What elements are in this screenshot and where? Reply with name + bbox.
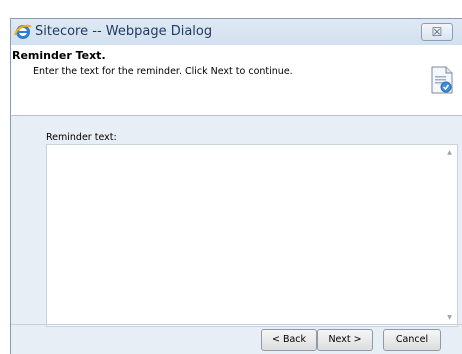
scroll-down-arrow-icon[interactable]: ▼ [442, 312, 457, 324]
title-bar: Sitecore -- Webpage Dialog ☒ [11, 19, 462, 45]
textarea-scrollbar[interactable]: ▲ ▼ [442, 145, 457, 326]
internet-explorer-icon [14, 24, 32, 39]
header-divider [11, 115, 462, 116]
reminder-text-label: Reminder text: [46, 132, 117, 143]
page-description: Enter the text for the reminder. Click N… [33, 66, 293, 77]
dialog-header: Reminder Text. Enter the text for the re… [11, 45, 462, 115]
document-reminder-icon [431, 66, 453, 94]
back-button[interactable]: < Back [261, 329, 317, 351]
close-icon: ☒ [431, 25, 443, 39]
reminder-text-input[interactable]: ▲ ▼ [46, 144, 458, 327]
cancel-button[interactable]: Cancel [383, 329, 441, 351]
page-title: Reminder Text. [12, 49, 106, 62]
dialog-window: Sitecore -- Webpage Dialog ☒ Reminder Te… [10, 18, 462, 354]
close-button[interactable]: ☒ [421, 23, 453, 41]
window-title: Sitecore -- Webpage Dialog [35, 24, 213, 39]
next-button[interactable]: Next > [317, 329, 373, 351]
footer-divider [11, 324, 462, 325]
scroll-up-arrow-icon[interactable]: ▲ [442, 147, 457, 159]
